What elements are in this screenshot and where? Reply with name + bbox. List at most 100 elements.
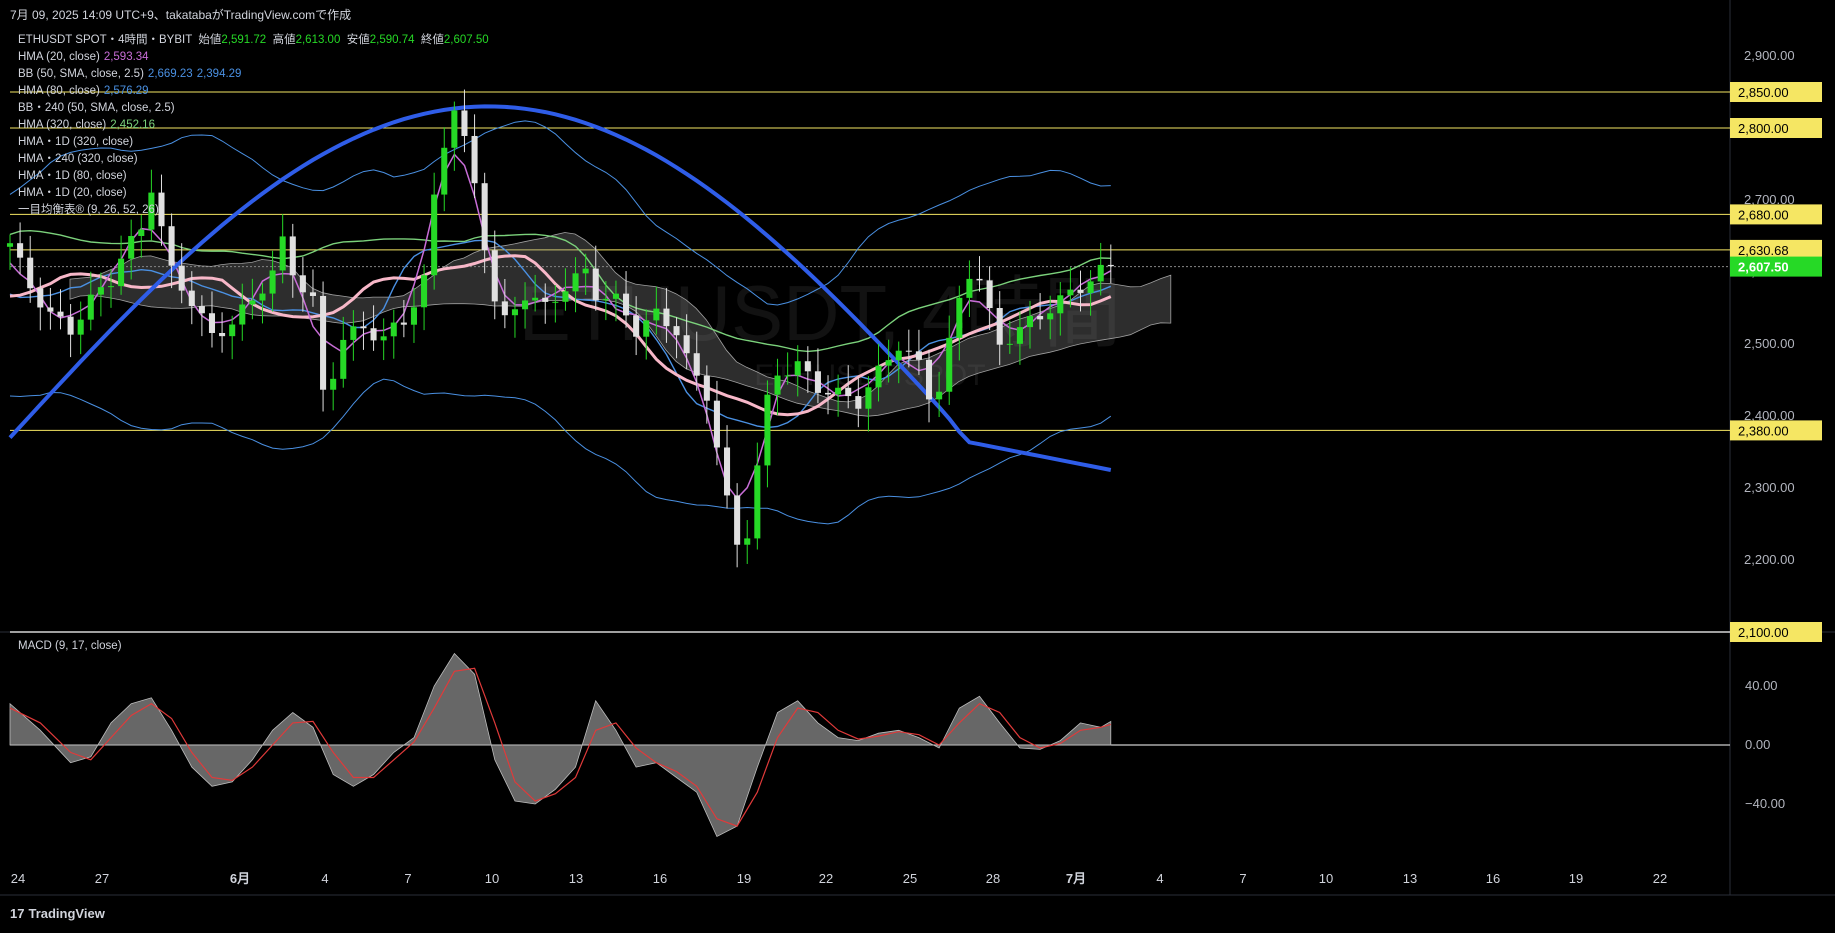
candle-body: [925, 359, 933, 400]
x-tick-label: 6月: [230, 871, 250, 886]
candle-body: [289, 236, 296, 276]
candle-body: [824, 392, 832, 395]
candle-body: [1047, 313, 1054, 320]
candle-body: [623, 293, 630, 316]
candle-body: [855, 396, 862, 409]
x-tick-label: 13: [1403, 871, 1417, 886]
candle-body: [138, 229, 145, 237]
legend-indicator-row[interactable]: HMA (320, close) 2,452.16: [18, 117, 489, 134]
candle-body: [1006, 343, 1013, 345]
legend: ETHUSDT SPOT・4時間・BYBIT 始値2,591.72 高値2,61…: [18, 32, 489, 219]
candle-body: [390, 322, 397, 337]
candle-body: [734, 495, 741, 545]
legend-indicator-row[interactable]: HMA・240 (320, close): [18, 151, 489, 168]
candle-body: [87, 294, 94, 320]
legend-indicator-row[interactable]: HMA・1D (320, close): [18, 134, 489, 151]
legend-indicator-row[interactable]: BB・240 (50, SMA, close, 2.5): [18, 100, 489, 117]
candle-body: [865, 387, 872, 409]
candle-body: [57, 311, 64, 317]
candle-body: [259, 293, 266, 301]
legend-indicator-row[interactable]: BB (50, SMA, close, 2.5) 2,669.23 2,394.29: [18, 66, 489, 83]
x-tick-label: 25: [903, 871, 917, 886]
candle-body: [633, 315, 640, 337]
candle-body: [229, 324, 236, 337]
candle-body: [47, 307, 54, 312]
candle-body: [279, 236, 286, 271]
candle-body: [208, 313, 216, 333]
candle-body: [572, 273, 579, 292]
legend-indicator-row[interactable]: HMA・1D (80, close): [18, 168, 489, 185]
candle-body: [1037, 316, 1044, 320]
candle-body: [178, 265, 185, 291]
candle-body: [198, 306, 205, 314]
candle-body: [6, 243, 14, 247]
candle-body: [350, 326, 357, 340]
candle-body: [97, 287, 104, 295]
candle-body: [936, 391, 943, 400]
candle-body: [744, 538, 751, 545]
candle-body: [804, 361, 811, 372]
x-tick-label: 10: [485, 871, 499, 886]
legend-indicator-row[interactable]: HMA (80, close) 2,576.29: [18, 83, 489, 100]
candle-body: [219, 332, 226, 337]
candle-body: [340, 339, 347, 379]
candle-body: [421, 275, 428, 308]
candle-body: [956, 297, 963, 338]
price-label-text: 2,630.68: [1738, 243, 1789, 258]
candle-body: [895, 350, 902, 361]
candle-body: [562, 291, 569, 302]
x-tick-label: 16: [653, 871, 667, 886]
candle-body: [1067, 289, 1074, 296]
candle-body: [269, 270, 276, 294]
candle-body: [17, 243, 24, 258]
candle-body: [976, 278, 983, 281]
candle-body: [360, 326, 367, 329]
legend-indicator-row[interactable]: 一目均衡表® (9, 26, 52, 26): [18, 202, 489, 219]
x-tick-label: 27: [95, 871, 109, 886]
tradingview-mark-icon: 17: [10, 906, 25, 921]
x-tick-label: 7月: [1066, 871, 1086, 886]
candle-body: [703, 375, 710, 401]
candle-body: [693, 353, 700, 376]
candle-body: [107, 286, 115, 288]
candle-body: [713, 400, 720, 448]
tradingview-logo[interactable]: 17 TradingView: [10, 906, 105, 921]
x-tick-label: 10: [1319, 871, 1333, 886]
candle-body: [582, 268, 589, 274]
candle-body: [1016, 327, 1023, 344]
candle-body: [774, 375, 781, 395]
candle-body: [653, 308, 660, 321]
candle-body: [27, 257, 34, 289]
price-label-text: 2,380.00: [1738, 423, 1789, 438]
candle-body: [380, 336, 387, 341]
candle-body: [784, 375, 791, 377]
candle-body: [249, 300, 256, 305]
candle-body: [168, 226, 175, 266]
x-tick-label: 4: [321, 871, 328, 886]
x-tick-label: 7: [404, 871, 411, 886]
y-tick-label: 2,300.00: [1744, 480, 1795, 495]
candle-body: [966, 278, 973, 298]
candle-body: [552, 301, 559, 303]
candle-body: [794, 361, 801, 376]
candle-body: [905, 350, 912, 352]
legend-indicator-row[interactable]: HMA・1D (20, close): [18, 185, 489, 202]
x-tick-label: 28: [986, 871, 1000, 886]
candle-body: [996, 308, 1003, 345]
snapshot-caption: 7月 09, 2025 14:09 UTC+9、takatabaがTrading…: [10, 8, 352, 22]
y-tick-label: 2,900.00: [1744, 48, 1795, 63]
candle-body: [1077, 289, 1084, 293]
candle-body: [602, 298, 609, 301]
legend-indicator-row[interactable]: HMA (20, close) 2,593.34: [18, 49, 489, 66]
candle-body: [330, 378, 337, 390]
candle-body: [188, 290, 195, 307]
candle-body: [400, 322, 407, 325]
candle-body: [410, 307, 417, 325]
x-tick-label: 7: [1239, 871, 1246, 886]
candle-body: [1026, 316, 1034, 328]
candle-body: [532, 297, 539, 301]
candle-body: [673, 326, 680, 336]
macd-y-tick-label: 40.00: [1745, 678, 1778, 693]
candle-body: [643, 320, 650, 337]
candle-body: [320, 295, 327, 390]
